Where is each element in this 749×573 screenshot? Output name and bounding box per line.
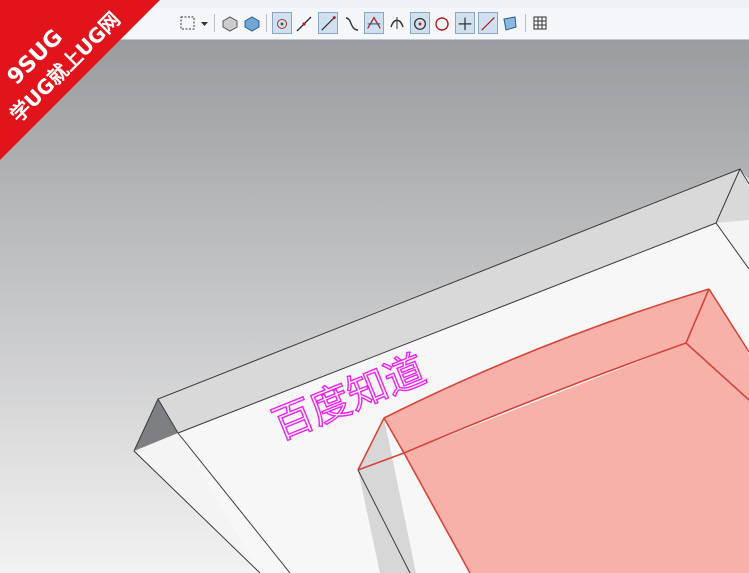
snap-on-curve-icon [481,17,495,31]
snap-on-face-icon [503,16,517,31]
snap-perpendicular-button[interactable] [387,12,407,34]
dropdown-arrow-icon [201,22,208,26]
snap-curve-icon [345,17,359,31]
render-shaded-button[interactable] [242,12,262,34]
snap-point-icon [458,17,472,31]
snap-endpoint-button[interactable] [272,12,292,34]
snap-quadrant-icon [435,17,449,31]
toolbar-separator [266,14,267,32]
snap-on-face-button[interactable] [500,12,520,34]
snap-perpendicular-icon [390,17,404,29]
snap-arc-center-icon [413,17,427,30]
snap-curve-button[interactable] [342,12,362,34]
toolbar-separator [214,14,215,32]
snap-control-point-button[interactable] [318,12,338,34]
select-filter-button[interactable] [178,12,198,34]
select-filter-icon [180,16,195,30]
render-shaded-icon [244,16,260,32]
snap-midpoint-icon [296,16,312,32]
snap-control-point-icon [321,16,336,31]
render-wireframe-icon [222,16,238,32]
dropdown-arrow-button[interactable] [196,12,216,34]
render-wireframe-button[interactable] [220,12,240,34]
snap-endpoint-icon [277,18,287,29]
grid-button[interactable] [530,12,550,34]
toolbar [0,8,749,40]
snap-arc-center-button[interactable] [410,12,430,34]
snap-on-curve-button[interactable] [478,12,498,34]
model-canvas[interactable]: 百度知道 [0,40,749,573]
snap-midpoint-button[interactable] [294,12,314,34]
graphics-viewport[interactable]: 百度知道 [0,40,749,573]
snap-intersection-button[interactable] [364,12,384,34]
snap-intersection-icon [367,16,381,29]
toolbar-separator [525,14,526,32]
grid-icon [533,16,547,30]
snap-point-button[interactable] [455,12,475,34]
snap-quadrant-button[interactable] [432,12,452,34]
